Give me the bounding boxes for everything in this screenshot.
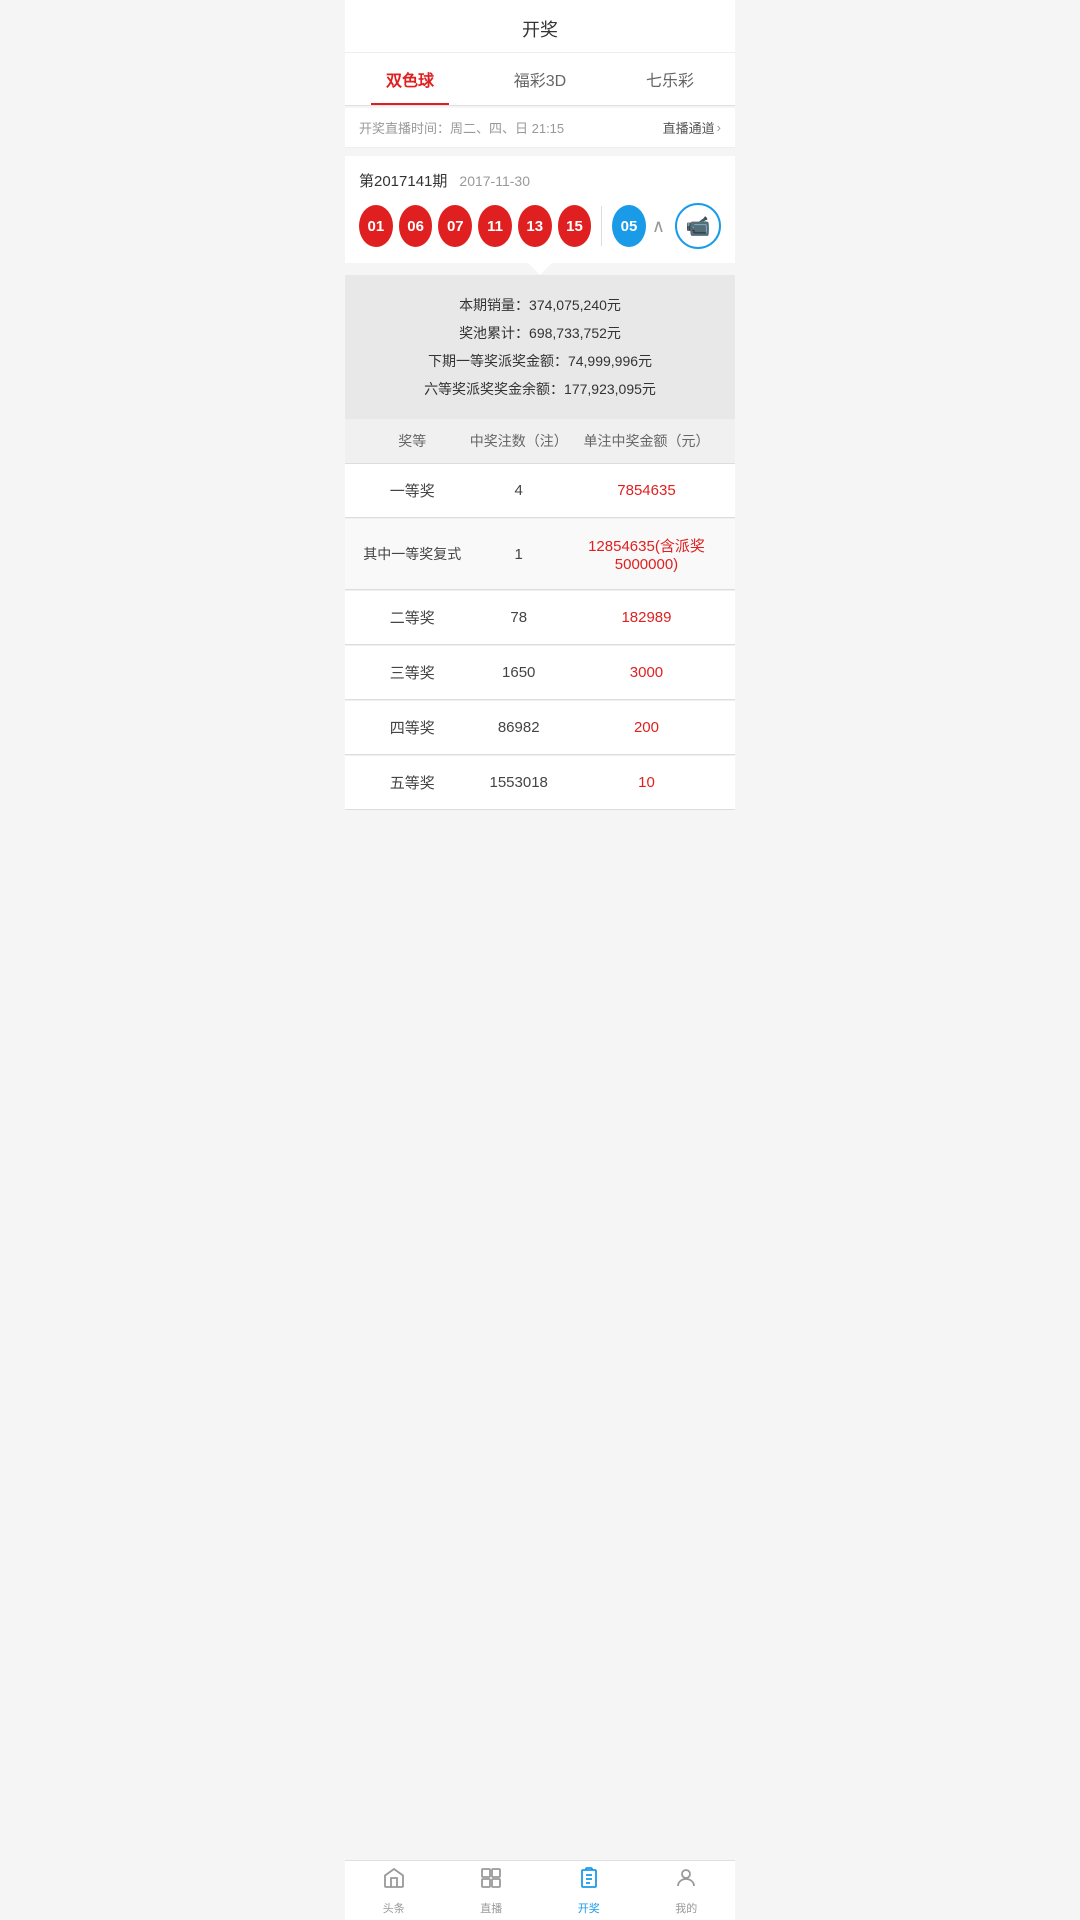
triangle-indicator [528,263,552,275]
page-title: 开奖 [522,20,558,40]
prize-row-second: 二等奖 78 182989 [345,591,735,645]
collapse-button[interactable]: ∧ [652,216,665,237]
prize-name-5: 五等奖 [359,772,465,793]
prize-row-third: 三等奖 1650 3000 [345,646,735,700]
nav-label-home: 头条 [383,1900,405,1916]
stats-panel: 本期销量：374,075,240元 奖池累计：698,733,752元 下期一等… [345,275,735,419]
prize-row-first: 一等奖 4 7854635 [345,464,735,518]
result-card: 第2017141期 2017-11-30 01 06 07 11 13 15 0… [345,156,735,263]
prize-row-fifth: 五等奖 1553018 10 [345,756,735,810]
red-ball-5: 13 [518,205,552,247]
tab-fucai3d[interactable]: 福彩3D [475,53,605,105]
blue-ball: 05 [612,205,646,247]
prize-count-4: 86982 [465,719,571,736]
nav-label-live: 直播 [480,1900,502,1916]
prize-row-fourth: 四等奖 86982 200 [345,701,735,755]
prize-name-3: 三等奖 [359,662,465,683]
nav-item-home[interactable]: 头条 [345,1861,443,1920]
header-count: 中奖注数（注） [465,431,571,451]
nav-item-live[interactable]: 直播 [443,1861,541,1920]
nav-label-mine: 我的 [675,1900,697,1916]
stat-sixth-remain: 六等奖派奖奖金余额：177,923,095元 [359,375,721,403]
prize-table-header: 奖等 中奖注数（注） 单注中奖金额（元） [345,419,735,464]
home-icon [382,1866,406,1896]
prize-row-first-complex: 其中一等奖复式 1 12854635(含派奖5000000) [345,519,735,590]
person-icon [674,1866,698,1896]
red-ball-2: 06 [399,205,433,247]
red-ball-1: 01 [359,205,393,247]
result-period: 第2017141期 [359,170,447,191]
nav-label-lottery: 开奖 [578,1900,600,1916]
prize-amount-1: 12854635(含派奖5000000) [572,535,721,573]
prize-count-2: 78 [465,609,571,626]
prize-name-0: 一等奖 [359,480,465,501]
page-header: 开奖 [345,0,735,53]
prize-amount-5: 10 [572,774,721,791]
video-camera-icon: 📹 [686,214,711,239]
stat-next-first: 下期一等奖派奖金额：74,999,996元 [359,347,721,375]
tab-bar: 双色球 福彩3D 七乐彩 [345,53,735,106]
prize-count-5: 1553018 [465,774,571,791]
prize-amount-2: 182989 [572,609,721,626]
prize-name-1: 其中一等奖复式 [359,544,465,564]
clipboard-icon [577,1866,601,1896]
header-name: 奖等 [359,431,465,451]
header-amount: 单注中奖金额（元） [572,431,721,451]
prize-amount-3: 3000 [572,664,721,681]
red-ball-4: 11 [478,205,512,247]
stat-pool: 奖池累计：698,733,752元 [359,319,721,347]
broadcast-bar: 开奖直播时间：周二、四、日 21:15 直播通道 › [345,108,735,148]
tab-qilecai[interactable]: 七乐彩 [605,53,735,105]
balls-actions: ∧ 📹 [652,203,721,249]
broadcast-time: 开奖直播时间：周二、四、日 21:15 [359,118,564,137]
red-ball-6: 15 [558,205,592,247]
prize-amount-0: 7854635 [572,482,721,499]
prize-amount-4: 200 [572,719,721,736]
prize-name-4: 四等奖 [359,717,465,738]
nav-item-lottery[interactable]: 开奖 [540,1861,638,1920]
prize-name-2: 二等奖 [359,607,465,628]
video-button[interactable]: 📹 [675,203,721,249]
stat-sales: 本期销量：374,075,240元 [359,291,721,319]
broadcast-link[interactable]: 直播通道 › [663,118,721,137]
grid-icon [479,1866,503,1896]
bottom-nav: 头条 直播 开奖 [345,1860,735,1920]
chevron-right-icon: › [717,120,721,135]
prize-table: 奖等 中奖注数（注） 单注中奖金额（元） 一等奖 4 7854635 其中一等奖… [345,419,735,810]
red-ball-3: 07 [438,205,472,247]
prize-count-1: 1 [465,546,571,563]
balls-row: 01 06 07 11 13 15 05 ∧ 📹 [359,203,721,263]
result-meta: 第2017141期 2017-11-30 [359,170,721,191]
tab-shuangseqiu[interactable]: 双色球 [345,53,475,105]
nav-item-mine[interactable]: 我的 [638,1861,736,1920]
prize-count-3: 1650 [465,664,571,681]
prize-count-0: 4 [465,482,571,499]
balls-divider [601,206,602,246]
result-date: 2017-11-30 [459,173,530,189]
